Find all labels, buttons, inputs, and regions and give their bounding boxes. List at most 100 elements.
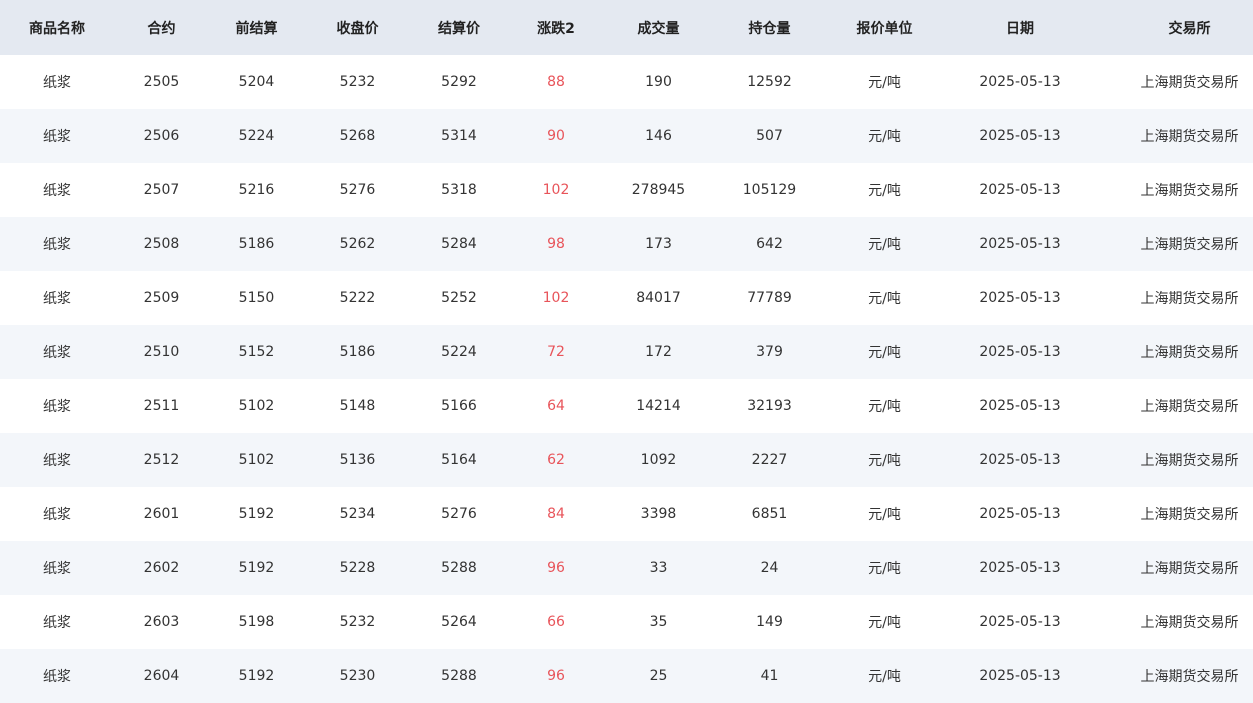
cell-date: 2025-05-13 [979, 236, 1061, 252]
table-row[interactable]: 纸浆 2508 5186 5262 5284 98 173 642 元/吨 2025-05-13 上… [0, 217, 1253, 271]
table-row[interactable]: 纸浆 2509 5150 5222 5252 102 84017 77789 元/吨 2025-0… [0, 271, 1253, 325]
cell-change: 88 [547, 74, 565, 90]
cell-contract: 2603 [143, 614, 180, 630]
table-row[interactable]: 纸浆 2603 5198 5232 5264 66 35 149 元/吨 2025-05-13 上海… [0, 595, 1253, 649]
cell-change: 96 [547, 668, 565, 684]
header-date[interactable]: 日期 [942, 0, 1098, 55]
cell-open-interest: 507 [756, 128, 783, 144]
header-settle[interactable]: 结算价 [411, 0, 507, 55]
header-exchange[interactable]: 交易所 [1098, 0, 1253, 55]
cell-volume: 3398 [640, 506, 677, 522]
cell-volume: 25 [649, 668, 668, 684]
header-open-interest[interactable]: 持仓量 [712, 0, 827, 55]
cell-exchange: 上海期货交易所 [1140, 399, 1239, 415]
cell-prev-settle: 5224 [238, 128, 275, 144]
table-row[interactable]: 纸浆 2604 5192 5230 5288 96 25 41 元/吨 2025-05-13 上海期… [0, 649, 1253, 703]
cell-unit: 元/吨 [868, 561, 901, 577]
cell-close: 5222 [339, 290, 376, 306]
cell-settle: 5264 [441, 614, 477, 630]
cell-exchange: 上海期货交易所 [1140, 291, 1239, 307]
cell-product-name: 纸浆 [43, 129, 71, 145]
cell-prev-settle: 5152 [238, 344, 275, 360]
table-row[interactable]: 纸浆 2511 5102 5148 5166 64 14214 32193 元/吨 2025-05… [0, 379, 1253, 433]
cell-unit: 元/吨 [868, 75, 901, 91]
cell-prev-settle: 5150 [238, 290, 275, 306]
cell-open-interest: 41 [760, 668, 779, 684]
cell-settle: 5292 [441, 74, 477, 90]
cell-change: 66 [547, 614, 565, 630]
cell-contract: 2604 [143, 668, 180, 684]
cell-contract: 2508 [143, 236, 180, 252]
cell-settle: 5166 [441, 398, 477, 414]
cell-contract: 2601 [143, 506, 180, 522]
cell-date: 2025-05-13 [979, 128, 1061, 144]
header-change[interactable]: 涨跌2 [507, 0, 605, 55]
cell-close: 5232 [339, 614, 376, 630]
cell-open-interest: 149 [756, 614, 783, 630]
cell-unit: 元/吨 [868, 237, 901, 253]
table-row[interactable]: 纸浆 2512 5102 5136 5164 62 1092 2227 元/吨 2025-05-1… [0, 433, 1253, 487]
cell-settle: 5276 [441, 506, 477, 522]
cell-product-name: 纸浆 [43, 453, 71, 469]
table-row[interactable]: 纸浆 2505 5204 5232 5292 88 190 12592 元/吨 2025-05-1… [0, 55, 1253, 109]
cell-product-name: 纸浆 [43, 669, 71, 685]
cell-open-interest: 77789 [747, 290, 792, 306]
table-row[interactable]: 纸浆 2601 5192 5234 5276 84 3398 6851 元/吨 2025-05-1… [0, 487, 1253, 541]
cell-volume: 1092 [640, 452, 677, 468]
cell-contract: 2511 [143, 398, 180, 414]
cell-contract: 2509 [143, 290, 180, 306]
cell-product-name: 纸浆 [43, 75, 71, 91]
cell-prev-settle: 5102 [238, 398, 275, 414]
table-row[interactable]: 纸浆 2506 5224 5268 5314 90 146 507 元/吨 2025-05-13 上… [0, 109, 1253, 163]
cell-volume: 35 [649, 614, 668, 630]
cell-product-name: 纸浆 [43, 561, 71, 577]
table-row[interactable]: 纸浆 2510 5152 5186 5224 72 172 379 元/吨 2025-05-13 上… [0, 325, 1253, 379]
cell-prev-settle: 5192 [238, 506, 275, 522]
table-row[interactable]: 纸浆 2602 5192 5228 5288 96 33 24 元/吨 2025-05-13 上海期… [0, 541, 1253, 595]
header-volume[interactable]: 成交量 [605, 0, 712, 55]
cell-exchange: 上海期货交易所 [1140, 237, 1239, 253]
cell-contract: 2505 [143, 74, 180, 90]
header-contract[interactable]: 合约 [114, 0, 209, 55]
cell-product-name: 纸浆 [43, 291, 71, 307]
cell-prev-settle: 5204 [238, 74, 275, 90]
header-close[interactable]: 收盘价 [304, 0, 411, 55]
cell-prev-settle: 5192 [238, 560, 275, 576]
cell-date: 2025-05-13 [979, 344, 1061, 360]
cell-prev-settle: 5216 [238, 182, 275, 198]
cell-change: 90 [547, 128, 565, 144]
cell-unit: 元/吨 [868, 345, 901, 361]
cell-unit: 元/吨 [868, 183, 901, 199]
cell-open-interest: 105129 [742, 182, 797, 198]
cell-unit: 元/吨 [868, 291, 901, 307]
cell-date: 2025-05-13 [979, 506, 1061, 522]
header-product-name[interactable]: 商品名称 [0, 0, 114, 55]
cell-open-interest: 642 [756, 236, 783, 252]
cell-volume: 173 [645, 236, 672, 252]
cell-unit: 元/吨 [868, 399, 901, 415]
header-unit[interactable]: 报价单位 [827, 0, 942, 55]
cell-date: 2025-05-13 [979, 74, 1061, 90]
cell-contract: 2507 [143, 182, 180, 198]
header-prev-settle[interactable]: 前结算 [209, 0, 304, 55]
cell-change: 98 [547, 236, 565, 252]
table-row[interactable]: 纸浆 2507 5216 5276 5318 102 278945 105129 元/吨 2025… [0, 163, 1253, 217]
cell-prev-settle: 5198 [238, 614, 275, 630]
cell-settle: 5252 [441, 290, 477, 306]
cell-contract: 2510 [143, 344, 180, 360]
cell-product-name: 纸浆 [43, 183, 71, 199]
cell-open-interest: 2227 [751, 452, 788, 468]
cell-close: 5234 [339, 506, 376, 522]
cell-exchange: 上海期货交易所 [1140, 183, 1239, 199]
cell-volume: 190 [645, 74, 672, 90]
cell-change: 62 [547, 452, 565, 468]
cell-close: 5230 [339, 668, 376, 684]
cell-change: 72 [547, 344, 565, 360]
cell-close: 5136 [339, 452, 376, 468]
cell-date: 2025-05-13 [979, 560, 1061, 576]
cell-settle: 5318 [441, 182, 477, 198]
cell-exchange: 上海期货交易所 [1140, 453, 1239, 469]
cell-product-name: 纸浆 [43, 237, 71, 253]
cell-contract: 2602 [143, 560, 180, 576]
cell-volume: 84017 [636, 290, 681, 306]
